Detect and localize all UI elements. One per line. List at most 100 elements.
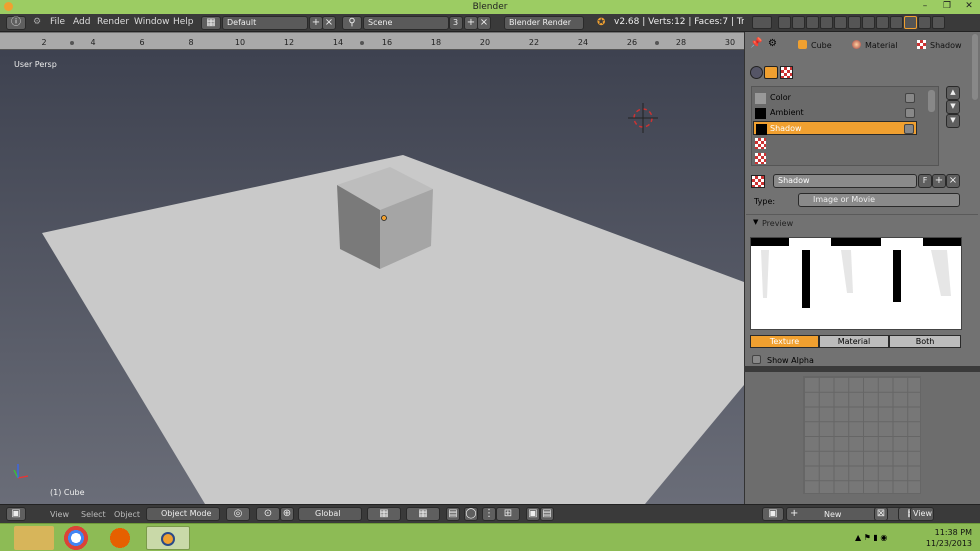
menu-file[interactable]: File	[50, 17, 65, 27]
snap-icon[interactable]: ⋮	[482, 507, 496, 521]
slot-enable-checkbox[interactable]	[905, 93, 915, 103]
physics-tab-icon[interactable]	[932, 16, 945, 29]
material-texture-icon[interactable]	[764, 66, 778, 79]
uv-view-menu[interactable]: View	[910, 507, 934, 521]
world-tab-icon[interactable]	[820, 16, 833, 29]
world-texture-icon[interactable]	[750, 66, 763, 79]
file-explorer-icon[interactable]	[14, 526, 54, 550]
texture-tab-icon[interactable]	[904, 16, 917, 29]
mode-select[interactable]: Object Mode	[146, 507, 220, 521]
properties-editor-icon[interactable]	[752, 16, 772, 29]
uv-image-editor[interactable]	[744, 372, 980, 504]
maximize-button[interactable]: ❐	[936, 0, 958, 12]
render-engine-select[interactable]: Blender Render	[504, 16, 584, 30]
type-label: Type:	[754, 197, 776, 206]
texture-slot-empty[interactable]	[753, 151, 917, 165]
slot-swatch	[755, 138, 766, 149]
close-window-button[interactable]: ✕	[958, 0, 980, 12]
editor-type-image-icon[interactable]: ▣	[762, 507, 784, 521]
preview-tab-both[interactable]: Both	[889, 335, 961, 348]
viewport-shading-icon[interactable]: ◎	[226, 507, 250, 521]
fake-user-button[interactable]: F	[918, 174, 932, 188]
remove-screen-button[interactable]: ×	[322, 16, 336, 30]
texture-slot-empty[interactable]	[753, 136, 917, 150]
menu-add[interactable]: Add	[73, 17, 90, 27]
pivot-point-icon[interactable]: ⊙	[256, 507, 280, 521]
pin-icon[interactable]: 📌	[750, 38, 762, 49]
layers-widget-a[interactable]: ▦	[367, 507, 401, 521]
texture-slot-color[interactable]: Color	[753, 91, 917, 105]
show-alpha-checkbox[interactable]	[752, 355, 761, 364]
render-layers-tab-icon[interactable]	[792, 16, 805, 29]
texture-slot-ambient[interactable]: Ambient	[753, 106, 917, 120]
opengl-anim-icon[interactable]: ▤	[540, 507, 554, 521]
browse-image-icon[interactable]: ⊠	[874, 507, 888, 521]
chrome-icon[interactable]	[58, 526, 94, 550]
3d-cursor-icon[interactable]	[628, 103, 658, 133]
material-tab-icon[interactable]	[890, 16, 903, 29]
blender-taskbar-icon[interactable]	[146, 526, 190, 550]
ruler-tick: 14	[332, 38, 344, 47]
texture-type-select[interactable]: Image or Movie	[798, 193, 960, 207]
firefox-icon[interactable]	[102, 526, 138, 550]
add-scene-button[interactable]: +	[464, 16, 478, 30]
minimize-button[interactable]: –	[914, 0, 936, 12]
disclosure-triangle-icon[interactable]: ▼	[753, 218, 758, 226]
breadcrumb-object: Cube	[811, 41, 832, 50]
unlink-texture-button[interactable]: ×	[946, 174, 960, 188]
slot-enable-checkbox[interactable]	[904, 124, 914, 134]
constraints-tab-icon[interactable]	[848, 16, 861, 29]
proportional-edit-icon[interactable]: ◯	[464, 507, 478, 521]
layers-widget-b[interactable]: ▦	[406, 507, 440, 521]
object-tab-icon[interactable]	[834, 16, 847, 29]
remove-scene-button[interactable]: ×	[477, 16, 491, 30]
slot-list-scrollbar[interactable]	[928, 90, 935, 112]
object-origin-dot	[381, 215, 387, 221]
tray-icons[interactable]: ▲ ⚑ ▮ ◉	[855, 533, 887, 542]
uv-grid	[803, 376, 921, 494]
properties-header	[744, 14, 980, 32]
slot-label: Ambient	[770, 108, 804, 117]
editor-type-3dview-icon[interactable]: ▣	[6, 507, 26, 521]
menu-window[interactable]: Window	[134, 17, 170, 27]
slot-enable-checkbox[interactable]	[905, 108, 915, 118]
texture-browse-icon[interactable]	[751, 175, 765, 188]
texture-name-field[interactable]: Shadow	[773, 174, 917, 188]
snap-element-icon[interactable]: ⊞	[496, 507, 520, 521]
scene-tab-icon[interactable]	[806, 16, 819, 29]
move-slot-down-button[interactable]: ▼	[946, 100, 960, 114]
menu-help[interactable]: Help	[173, 17, 194, 27]
orientation-select[interactable]: Global	[298, 507, 362, 521]
render-tab-icon[interactable]	[778, 16, 791, 29]
screen-layout-field[interactable]: Default	[222, 16, 308, 30]
add-screen-button[interactable]: +	[309, 16, 323, 30]
properties-scrollbar[interactable]	[972, 34, 978, 100]
scene-icon[interactable]: ⚲	[342, 16, 362, 30]
opengl-render-icon[interactable]: ▣	[526, 507, 540, 521]
preview-tab-material[interactable]: Material	[819, 335, 889, 348]
3d-viewport[interactable]: User Persp (1) Cube	[0, 50, 744, 504]
manipulator-icon[interactable]: ⊕	[280, 507, 294, 521]
timeline-ruler[interactable]: 2 4 6 8 10 12 14 16 18 20 22 24 26 28 30	[0, 33, 744, 50]
preview-tab-texture[interactable]: Texture	[750, 335, 819, 348]
move-slot-up-button[interactable]: ▲	[946, 86, 960, 100]
scene-field[interactable]: Scene	[363, 16, 449, 30]
slot-specials-button[interactable]: ▼	[946, 114, 960, 128]
preview-panel-title[interactable]: Preview	[762, 219, 793, 228]
menu-object[interactable]: Object	[114, 510, 140, 519]
menu-view[interactable]: View	[50, 510, 69, 519]
ruler-tick: 20	[479, 38, 491, 47]
new-texture-button[interactable]: +	[932, 174, 946, 188]
menu-render[interactable]: Render	[97, 17, 129, 27]
data-tab-icon[interactable]	[876, 16, 889, 29]
new-image-button[interactable]: +	[786, 507, 912, 521]
modifiers-tab-icon[interactable]	[862, 16, 875, 29]
texture-slot-shadow[interactable]: Shadow	[753, 121, 917, 135]
lock-layers-icon[interactable]: ▤	[446, 507, 460, 521]
system-clock[interactable]: 11:38 PM 11/23/2013	[926, 527, 972, 549]
particles-tab-icon[interactable]	[918, 16, 931, 29]
other-texture-icon[interactable]	[780, 66, 793, 79]
screen-layout-icon[interactable]: ▦	[201, 16, 221, 30]
editor-type-icon[interactable]: ⓘ	[6, 16, 26, 30]
menu-select[interactable]: Select	[81, 510, 106, 519]
